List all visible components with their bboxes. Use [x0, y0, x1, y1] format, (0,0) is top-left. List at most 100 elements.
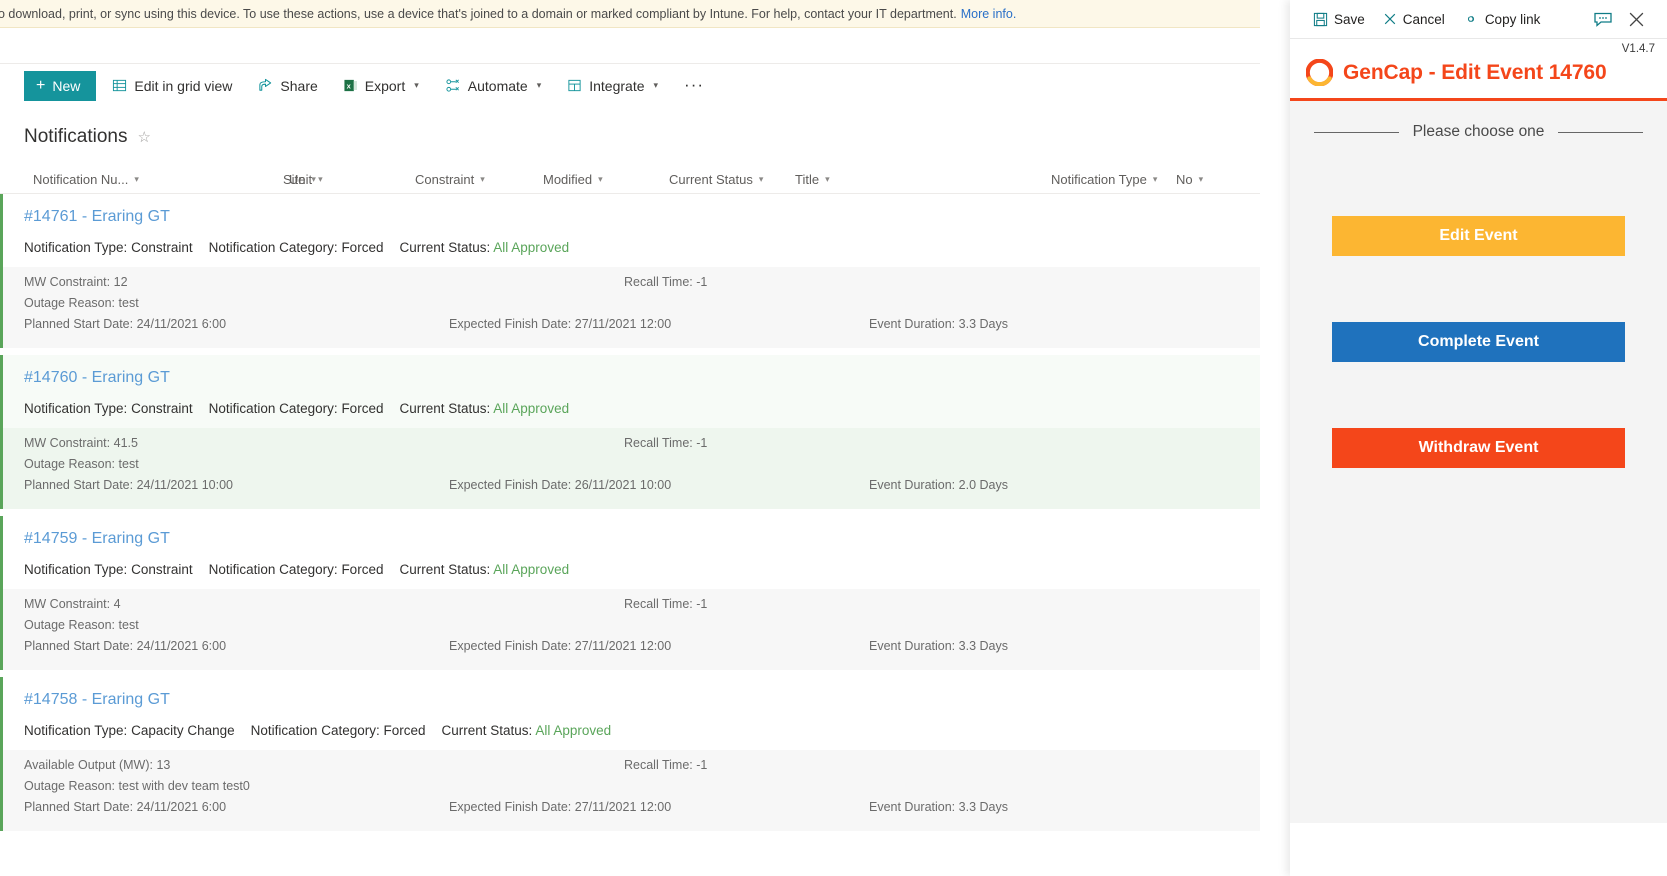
save-label: Save — [1334, 11, 1365, 27]
more-info-link[interactable]: More info. — [961, 7, 1017, 21]
save-button[interactable]: Save — [1304, 4, 1374, 34]
notification-list: #14761 - Eraring GT Notification Type: Co… — [0, 194, 1260, 831]
export-button[interactable]: x Export ▾ — [334, 70, 429, 102]
new-button[interactable]: + New — [24, 70, 97, 101]
notification-card[interactable]: #14759 - Eraring GT Notification Type: Co… — [0, 516, 1260, 670]
info-bar-text: o download, print, or sync using this de… — [0, 6, 957, 21]
panel-title: GenCap - Edit Event 14760 — [1343, 60, 1607, 84]
automate-icon — [445, 78, 461, 93]
event-duration-field: Event Duration: 3.3 Days — [869, 639, 1008, 653]
page-title: Notifications — [24, 126, 128, 147]
divider-left — [1314, 131, 1399, 133]
recall-time-field: Recall Time: -1 — [624, 597, 708, 611]
notification-details: MW Constraint: 41.5 Recall Time: -1 Outage… — [3, 428, 1260, 509]
command-bar: + New Edit in grid view Share x Export ▾… — [0, 64, 1260, 108]
share-button[interactable]: Share — [248, 70, 327, 102]
notification-title-link[interactable]: #14758 - Eraring GT — [24, 691, 170, 709]
detail-row: MW Constraint: 4 Recall Time: -1 — [24, 597, 1260, 618]
star-icon[interactable]: ☆ — [138, 128, 151, 146]
notification-status: Current Status: All Approved — [399, 401, 570, 416]
notification-title-link[interactable]: #14761 - Eraring GT — [24, 208, 170, 226]
chevron-down-icon: ▾ — [825, 174, 830, 184]
notification-meta: Notification Type: Constraint Notificatio… — [24, 401, 1260, 416]
chevron-down-icon: ▾ — [598, 174, 603, 184]
edit-in-grid-view-label: Edit in grid view — [134, 77, 233, 94]
notification-summary: #14761 - Eraring GT Notification Type: Co… — [3, 194, 1260, 267]
recall-time-field: Recall Time: -1 — [624, 275, 708, 289]
column-header-label: Notification Nu... — [33, 172, 129, 187]
column-header[interactable]: Notification Type ▾ — [1051, 172, 1157, 187]
detail-row: Available Output (MW): 13 Recall Time: -1 — [24, 758, 1260, 779]
chevron-down-icon: ▾ — [536, 80, 542, 90]
event-duration-field: Event Duration: 3.3 Days — [869, 317, 1008, 331]
metric-field: MW Constraint: 12 — [24, 275, 128, 289]
edit-in-grid-view-button[interactable]: Edit in grid view — [102, 70, 242, 102]
detail-row: MW Constraint: 41.5 Recall Time: -1 — [24, 436, 1260, 457]
more-commands-button[interactable]: ··· — [674, 70, 714, 102]
copy-link-label: Copy link — [1484, 11, 1541, 27]
notification-title-link[interactable]: #14760 - Eraring GT — [24, 369, 170, 387]
recall-time-field: Recall Time: -1 — [624, 758, 708, 772]
notification-category: Notification Category: Forced — [208, 401, 384, 416]
chevron-down-icon: ▾ — [653, 80, 659, 90]
gencap-panel: Save Cancel Copy link V1.4.7 GenCap - Ed… — [1290, 0, 1667, 876]
planned-start-field: Planned Start Date: 24/11/2021 6:00 — [24, 800, 227, 814]
expected-finish-field: Expected Finish Date: 27/11/2021 12:00 — [449, 639, 672, 653]
metric-field: MW Constraint: 41.5 — [24, 436, 138, 450]
version-label: V1.4.7 — [1621, 43, 1655, 55]
column-header-label: Constraint — [415, 172, 475, 187]
notification-title-link[interactable]: #14759 - Eraring GT — [24, 530, 170, 548]
notification-meta: Notification Type: Constraint Notificatio… — [24, 562, 1260, 577]
automate-button[interactable]: Automate ▾ — [435, 70, 551, 102]
choose-one-label: Please choose one — [1412, 123, 1545, 140]
page-title-row: Notifications ☆ — [0, 108, 1260, 162]
integrate-label: Integrate — [589, 77, 645, 94]
column-header[interactable]: No ▾ — [1176, 172, 1203, 187]
notification-meta: Notification Type: Capacity Change Notifi… — [24, 723, 1260, 738]
export-label: Export — [364, 77, 406, 94]
column-header-label: Title — [795, 172, 820, 187]
notification-category: Notification Category: Forced — [208, 562, 384, 577]
edit-event-button[interactable]: Edit Event — [1332, 216, 1625, 256]
plus-icon: + — [36, 76, 46, 94]
notification-details: Available Output (MW): 13 Recall Time: -1… — [3, 750, 1260, 831]
column-header[interactable]: Modified ▾ — [543, 172, 603, 187]
chevron-down-icon: ▾ — [318, 174, 323, 184]
save-icon — [1313, 12, 1328, 27]
column-header[interactable]: Constraint ▾ — [415, 172, 485, 187]
event-duration-field: Event Duration: 2.0 Days — [869, 478, 1008, 492]
link-icon — [1463, 12, 1479, 26]
grid-icon — [112, 78, 127, 93]
notification-category: Notification Category: Forced — [250, 723, 426, 738]
chevron-down-icon: ▾ — [134, 174, 139, 184]
copy-link-button[interactable]: Copy link — [1454, 4, 1550, 34]
notification-card[interactable]: #14760 - Eraring GT Notification Type: Co… — [0, 355, 1260, 509]
detail-row: Outage Reason: test — [24, 296, 1260, 317]
column-header-label: Modified — [543, 172, 593, 187]
recall-time-field: Recall Time: -1 — [624, 436, 708, 450]
sharepoint-list-app: o download, print, or sync using this de… — [0, 0, 1260, 876]
chevron-down-icon: ▾ — [758, 174, 764, 184]
complete-event-button[interactable]: Complete Event — [1332, 322, 1625, 362]
detail-row: Planned Start Date: 24/11/2021 6:00 Expec… — [24, 317, 1260, 338]
outage-reason-field: Outage Reason: test — [24, 618, 139, 632]
detail-row: Planned Start Date: 24/11/2021 10:00 Expe… — [24, 478, 1260, 499]
close-x-icon — [1383, 12, 1397, 26]
notification-type: Notification Type: Constraint — [24, 240, 193, 255]
column-header[interactable]: Notification Nu... ▾ — [33, 172, 139, 187]
integrate-button[interactable]: Integrate ▾ — [557, 70, 668, 102]
cancel-button[interactable]: Cancel — [1374, 4, 1454, 34]
column-header[interactable]: Title ▾ — [795, 172, 830, 187]
notification-card[interactable]: #14761 - Eraring GT Notification Type: Co… — [0, 194, 1260, 348]
expected-finish-field: Expected Finish Date: 27/11/2021 12:00 — [449, 317, 672, 331]
close-icon[interactable] — [1620, 11, 1653, 28]
withdraw-event-button[interactable]: Withdraw Event — [1332, 428, 1625, 468]
list-column-headers: Notification Nu... ▾ Site ▾ Unit ▾ Constraint ▾… — [0, 162, 1260, 194]
panel-footer — [1290, 823, 1667, 876]
column-header[interactable]: Current Status ▾ — [669, 172, 763, 187]
notification-card[interactable]: #14758 - Eraring GT Notification Type: Ca… — [0, 677, 1260, 831]
comment-icon[interactable] — [1586, 12, 1620, 27]
compliance-info-bar: o download, print, or sync using this de… — [0, 0, 1260, 28]
column-header[interactable]: Unit ▾ — [289, 172, 323, 187]
new-button-label: New — [52, 77, 81, 94]
